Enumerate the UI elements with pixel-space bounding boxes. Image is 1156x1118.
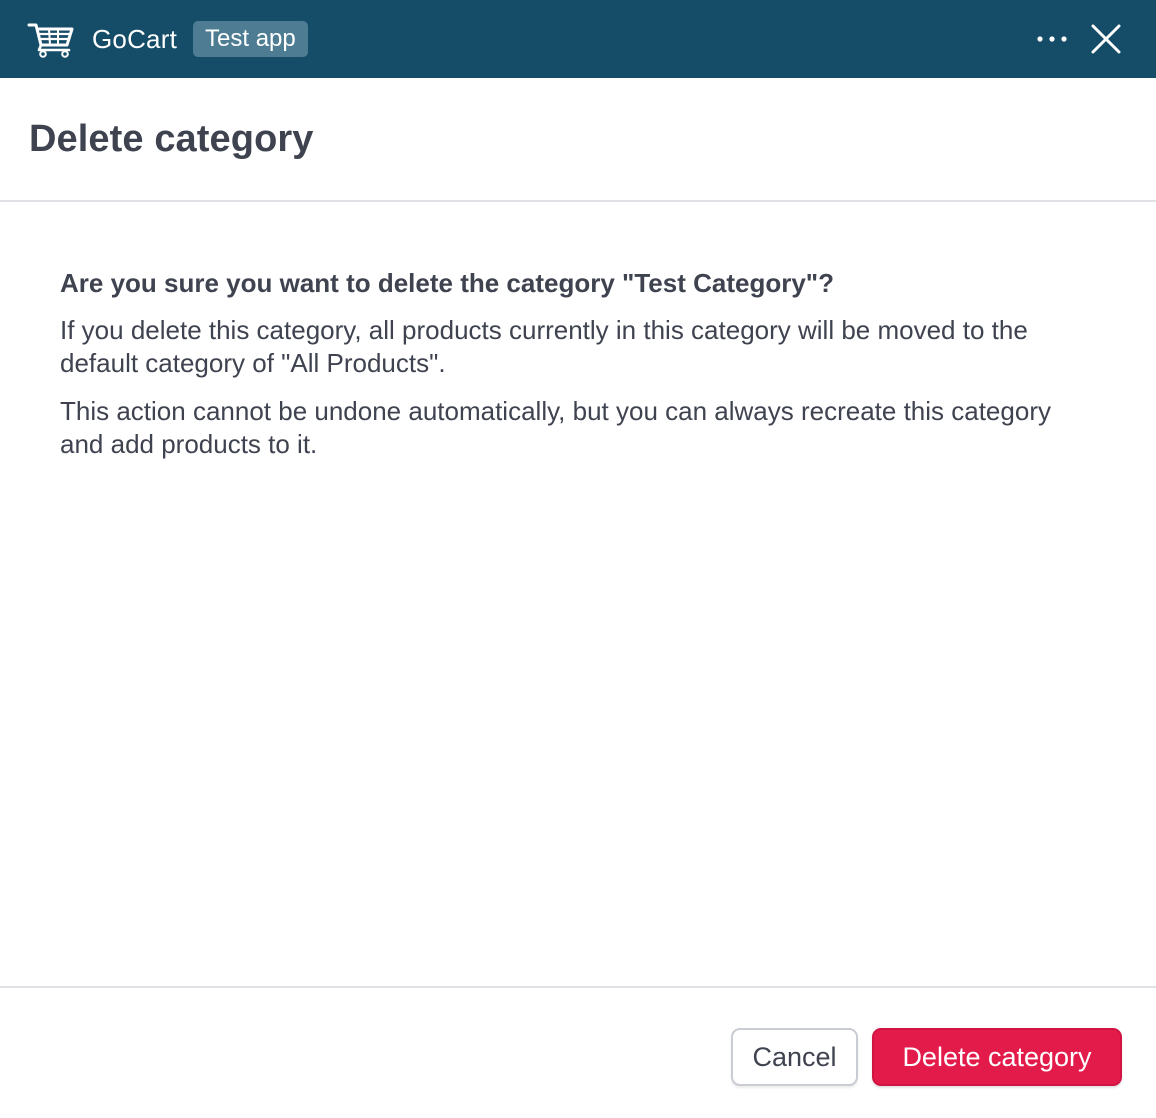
brand-name: GoCart xyxy=(92,23,178,54)
dialog-footer: Cancel Delete category xyxy=(0,986,1156,1118)
dialog-body: Are you sure you want to delete the cate… xyxy=(0,202,1156,986)
app-window: GoCart Test app Delete category Are you … xyxy=(0,0,1156,1118)
environment-badge: Test app xyxy=(193,21,308,57)
more-horizontal-icon xyxy=(1037,36,1067,42)
close-button[interactable] xyxy=(1082,15,1130,63)
more-options-button[interactable] xyxy=(1028,15,1076,63)
confirmation-question: Are you sure you want to delete the cate… xyxy=(60,268,835,298)
warning-paragraph-undo: This action cannot be undone automatical… xyxy=(60,396,1051,459)
warning-paragraph-move: If you delete this category, all product… xyxy=(60,315,1028,378)
delete-category-button[interactable]: Delete category xyxy=(872,1028,1122,1086)
close-icon xyxy=(1091,24,1121,54)
cart-icon xyxy=(26,19,78,59)
dialog-header: Delete category xyxy=(0,78,1156,202)
top-bar: GoCart Test app xyxy=(0,0,1156,78)
cancel-button[interactable]: Cancel xyxy=(731,1028,858,1086)
page-title: Delete category xyxy=(29,117,314,160)
